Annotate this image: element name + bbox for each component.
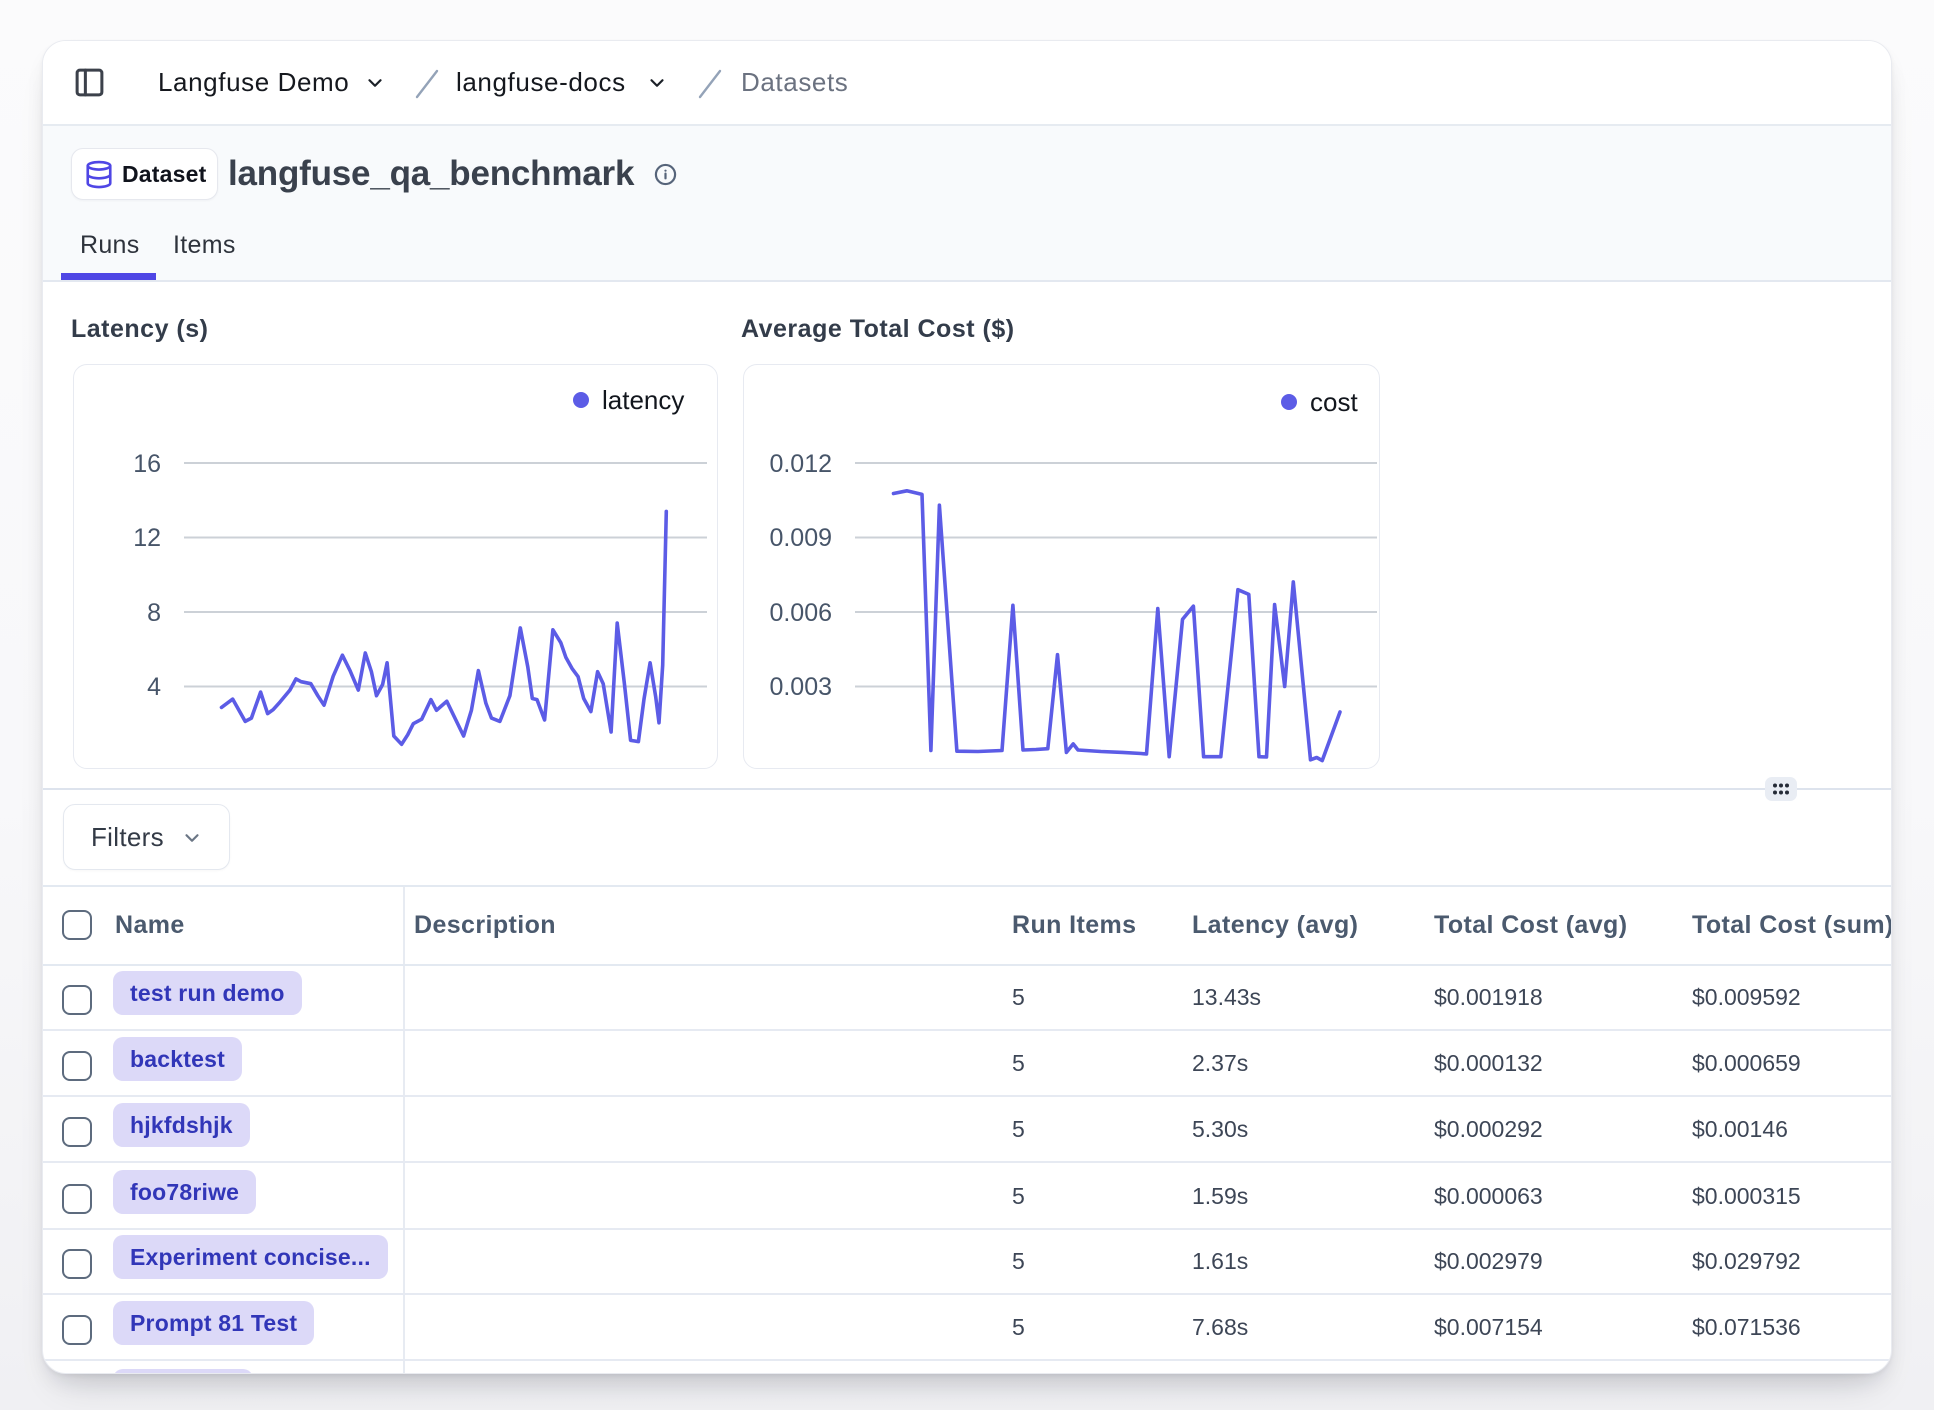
svg-text:0.009: 0.009 <box>769 524 832 552</box>
svg-text:cost: cost <box>1310 387 1358 417</box>
svg-text:8: 8 <box>147 599 161 627</box>
svg-text:4: 4 <box>147 673 161 701</box>
svg-text:latency: latency <box>602 385 684 415</box>
svg-text:0.012: 0.012 <box>769 450 832 478</box>
svg-text:0.003: 0.003 <box>769 673 832 701</box>
svg-text:12: 12 <box>133 524 161 552</box>
svg-text:0.006: 0.006 <box>769 599 832 627</box>
svg-text:16: 16 <box>133 450 161 478</box>
